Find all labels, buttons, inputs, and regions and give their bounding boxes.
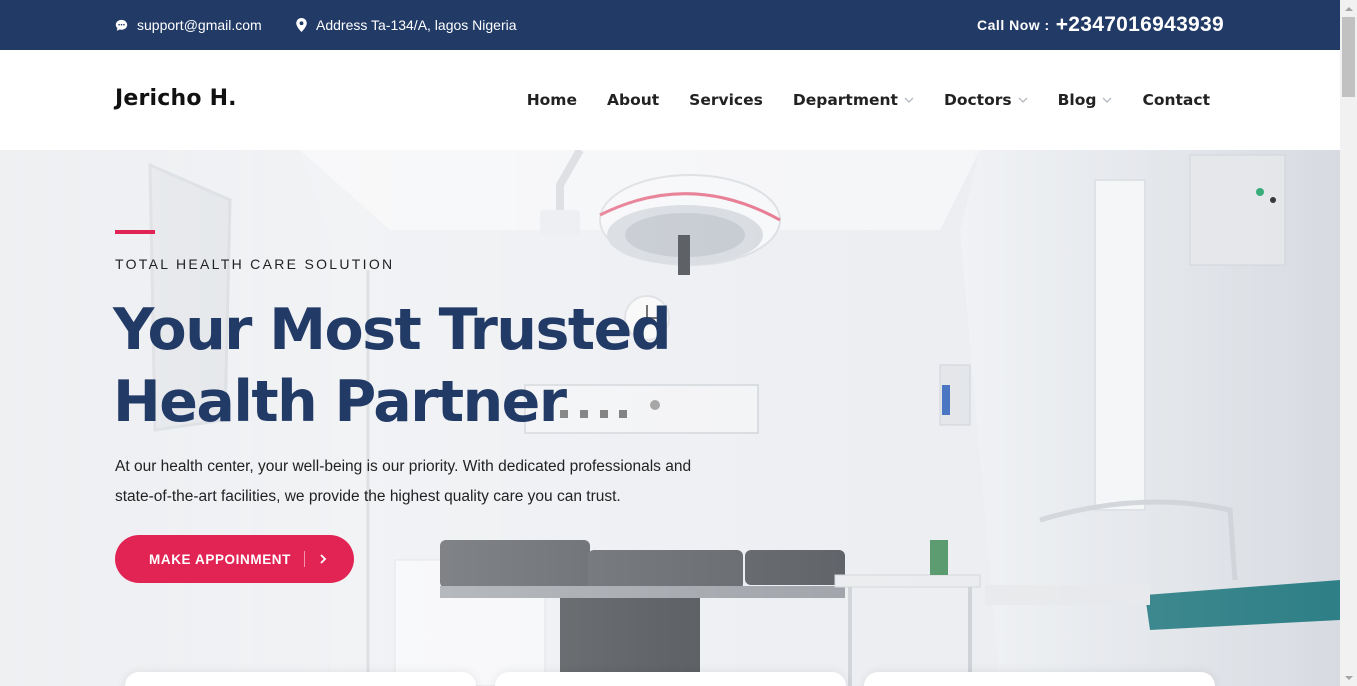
nav-item-about[interactable]: About: [607, 91, 659, 109]
feature-card-2: [495, 672, 846, 686]
nav-item-label: Doctors: [943, 91, 1012, 109]
nav-item-label: Services: [689, 91, 763, 109]
main-navbar: Jericho H. Home About Services Department Do…: [0, 50, 1340, 150]
hero-section: TOTAL HEALTH CARE SOLUTION Your Most Tru…: [0, 150, 1340, 686]
brand-logo[interactable]: Jericho H.: [115, 86, 237, 111]
accent-divider: [115, 230, 155, 234]
email-text: support@gmail.com: [137, 17, 262, 33]
nav-item-services[interactable]: Services: [689, 91, 763, 109]
hero-tagline: TOTAL HEALTH CARE SOLUTION: [115, 256, 395, 272]
vertical-scrollbar[interactable]: [1340, 0, 1357, 686]
chevron-right-icon: [320, 554, 327, 564]
nav-item-label: About: [606, 91, 660, 109]
chevron-down-icon: [1103, 97, 1112, 103]
nav-item-doctors[interactable]: Doctors: [944, 91, 1028, 109]
nav-item-home[interactable]: Home: [527, 91, 577, 109]
headline-line-1: Your Most Trusted: [113, 297, 672, 363]
call-label: Call Now :: [977, 17, 1050, 33]
nav-item-label: Contact: [1142, 91, 1210, 109]
feature-card-1: [125, 672, 476, 686]
nav-item-department[interactable]: Department: [793, 91, 914, 109]
nav-item-label: Home: [526, 91, 577, 109]
top-contact-bar: support@gmail.com Address Ta-134/A, lago…: [0, 0, 1340, 50]
nav-menu: Home About Services Department Doctors Blog Co…: [497, 50, 1210, 150]
nav-item-contact[interactable]: Contact: [1142, 91, 1210, 109]
nav-item-label: Department: [792, 91, 898, 109]
cta-separator: [304, 551, 306, 567]
make-appointment-button[interactable]: MAKE APPOINMENT: [115, 535, 354, 583]
scroll-up-arrow-icon[interactable]: [1340, 0, 1357, 17]
map-pin-icon: [296, 18, 307, 32]
chat-bubble-icon: [115, 19, 128, 31]
cta-label: MAKE APPOINMENT: [149, 551, 292, 567]
address-info: Address Ta-134/A, lagos Nigeria: [296, 0, 517, 50]
chevron-down-icon: [1018, 97, 1028, 103]
nav-item-blog[interactable]: Blog: [1058, 91, 1113, 109]
nav-item-label: Blog: [1057, 91, 1097, 109]
email-contact[interactable]: support@gmail.com: [115, 0, 262, 50]
hero-description: At our health center, your well-being is…: [115, 458, 692, 505]
hero-headline: Your Most Trusted Health Partner: [113, 294, 733, 438]
chevron-down-icon: [904, 97, 914, 103]
headline-line-2: Health Partner: [113, 369, 567, 435]
call-now[interactable]: Call Now : +2347016943939: [977, 0, 1224, 50]
scrollbar-thumb[interactable]: [1342, 17, 1355, 97]
scroll-down-arrow-icon[interactable]: [1340, 669, 1357, 686]
phone-number[interactable]: +2347016943939: [1056, 13, 1224, 37]
address-text: Address Ta-134/A, lagos Nigeria: [316, 17, 517, 33]
feature-card-3: [864, 672, 1215, 686]
